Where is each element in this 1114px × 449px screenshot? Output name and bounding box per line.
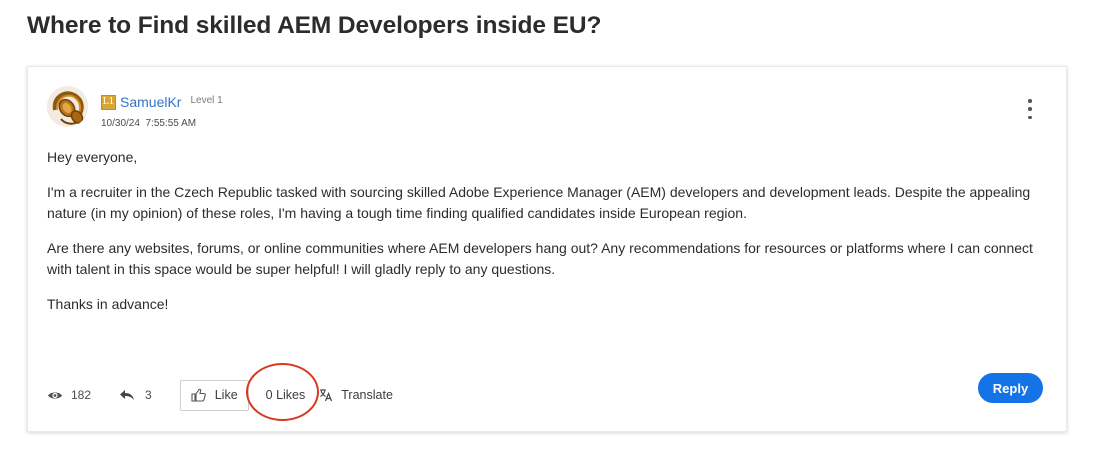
author-row: L1 SamuelKr Level 1 (101, 94, 223, 110)
author-level: Level 1 (190, 94, 223, 106)
thumbs-up-icon (191, 388, 206, 402)
page-title: Where to Find skilled AEM Developers ins… (27, 12, 602, 39)
like-label: Like (214, 388, 238, 402)
kebab-menu-icon[interactable] (1022, 99, 1038, 119)
post-footer: 182 3 Like 0 Likes Translate (47, 379, 393, 411)
likes-count[interactable]: 0 Likes (266, 388, 306, 402)
avatar[interactable] (47, 86, 88, 127)
post-body: Hey everyone, I'm a recruiter in the Cze… (47, 147, 1037, 329)
replies-stat: 3 (119, 388, 152, 402)
eye-icon (48, 392, 62, 398)
reply-button[interactable]: Reply (978, 373, 1043, 403)
post-date: 10/30/24 (101, 118, 140, 129)
post-paragraph: Hey everyone, (47, 149, 138, 165)
author-name-link[interactable]: SamuelKr (120, 94, 181, 110)
post-card: L1 SamuelKr Level 1 10/30/24 7:55:55 AM … (27, 66, 1067, 432)
headphones-avatar-icon (47, 86, 88, 127)
translate-label: Translate (341, 388, 393, 402)
like-button[interactable]: Like (179, 379, 249, 411)
post-time: 7:55:55 AM (145, 118, 197, 129)
translate-button[interactable]: Translate (319, 388, 393, 402)
views-stat: 182 (47, 388, 91, 402)
replies-count: 3 (145, 388, 152, 402)
post-paragraph: Are there any websites, forums, or onlin… (47, 240, 1033, 277)
rank-badge: L1 (101, 94, 116, 110)
post-timestamp: 10/30/24 7:55:55 AM (101, 118, 196, 129)
views-count: 182 (71, 388, 92, 402)
translate-icon (320, 389, 333, 402)
post-paragraph: I'm a recruiter in the Czech Republic ta… (47, 184, 1031, 221)
post-paragraph: Thanks in advance! (47, 296, 169, 312)
reply-arrow-icon (120, 390, 135, 400)
